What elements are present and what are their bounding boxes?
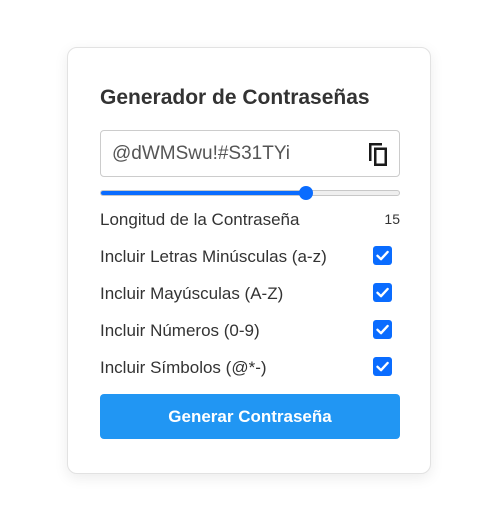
checkmark-icon — [376, 250, 389, 261]
option-numbers-label: Incluir Números (0-9) — [100, 321, 260, 340]
length-label: Longitud de la Contraseña — [100, 210, 300, 229]
option-symbols-label: Incluir Símbolos (@*-) — [100, 358, 267, 377]
uppercase-checkbox[interactable] — [373, 283, 392, 302]
page-title: Generador de Contraseñas — [100, 86, 370, 109]
password-field — [100, 130, 400, 177]
generate-button[interactable]: Generar Contraseña — [100, 394, 400, 439]
slider-thumb[interactable] — [299, 186, 313, 200]
checkmark-icon — [376, 361, 389, 372]
option-lowercase-label: Incluir Letras Minúsculas (a-z) — [100, 247, 327, 266]
copy-button[interactable] — [365, 140, 391, 168]
lowercase-checkbox[interactable] — [373, 246, 392, 265]
password-output[interactable] — [112, 131, 352, 176]
copy-icon — [369, 143, 387, 166]
option-uppercase: Incluir Mayúsculas (A-Z) — [100, 282, 400, 306]
checkmark-icon — [376, 324, 389, 335]
length-value: 15 — [384, 211, 400, 227]
length-slider[interactable] — [100, 184, 400, 202]
checkmark-icon — [376, 287, 389, 298]
slider-track — [100, 190, 400, 196]
option-uppercase-label: Incluir Mayúsculas (A-Z) — [100, 284, 284, 303]
symbols-checkbox[interactable] — [373, 357, 392, 376]
numbers-checkbox[interactable] — [373, 320, 392, 339]
option-symbols: Incluir Símbolos (@*-) — [100, 356, 400, 380]
password-generator-card: Generador de Contraseñas Longitud de la … — [67, 47, 431, 474]
option-numbers: Incluir Números (0-9) — [100, 319, 400, 343]
length-row: Longitud de la Contraseña 15 — [100, 208, 400, 232]
option-lowercase: Incluir Letras Minúsculas (a-z) — [100, 245, 400, 269]
slider-fill — [101, 191, 307, 195]
